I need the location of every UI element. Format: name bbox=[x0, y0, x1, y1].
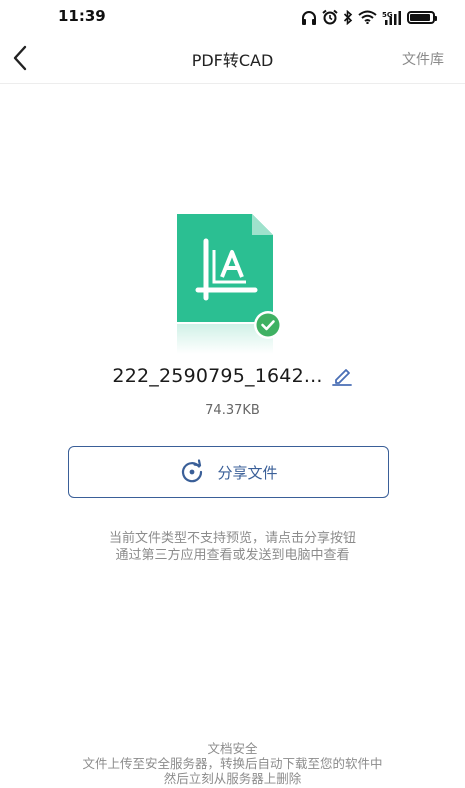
preview-hint: 当前文件类型不支持预览，请点击分享按钮 通过第三方应用查看或发送到电脑中查看 bbox=[0, 530, 465, 564]
share-file-label: 分享文件 bbox=[217, 463, 278, 482]
status-icons: 5G bbox=[301, 8, 437, 26]
check-circle-icon bbox=[254, 311, 282, 339]
bluetooth-icon bbox=[343, 9, 353, 25]
cellular-signal-icon: 5G bbox=[382, 10, 401, 25]
preview-hint-line2: 通过第三方应用查看或发送到电脑中查看 bbox=[115, 548, 350, 563]
preview-hint-line1: 当前文件类型不支持预览，请点击分享按钮 bbox=[108, 531, 356, 546]
security-line1: 文件上传至安全服务器，转换后自动下载至您的软件中 bbox=[82, 756, 383, 771]
security-title: 文档安全 bbox=[207, 741, 258, 756]
headphones-icon bbox=[302, 10, 316, 25]
alarm-icon bbox=[322, 9, 338, 25]
file-name-row: 222_2590795_1642... bbox=[0, 365, 465, 387]
share-refresh-icon bbox=[182, 459, 203, 483]
nav-bar: PDF转CAD 文件库 bbox=[0, 34, 465, 84]
status-bar: 11:39 5G bbox=[0, 0, 465, 34]
pencil-icon[interactable] bbox=[331, 366, 353, 386]
file-name: 222_2590795_1642... bbox=[112, 365, 323, 387]
cad-file-icon bbox=[176, 214, 286, 354]
share-file-button[interactable]: 分享文件 bbox=[68, 446, 389, 498]
security-footer: 文档安全 文件上传至安全服务器，转换后自动下载至您的软件中 然后立刻从服务器上删… bbox=[0, 741, 465, 786]
status-time: 11:39 bbox=[58, 7, 106, 25]
page-title: PDF转CAD bbox=[191, 51, 274, 70]
file-library-link[interactable]: 文件库 bbox=[402, 49, 444, 69]
wifi-icon bbox=[358, 10, 377, 24]
battery-icon bbox=[407, 10, 437, 24]
file-size: 74.37KB bbox=[205, 403, 260, 418]
battery-level bbox=[410, 13, 430, 21]
security-line2: 然后立刻从服务器上删除 bbox=[163, 771, 302, 786]
